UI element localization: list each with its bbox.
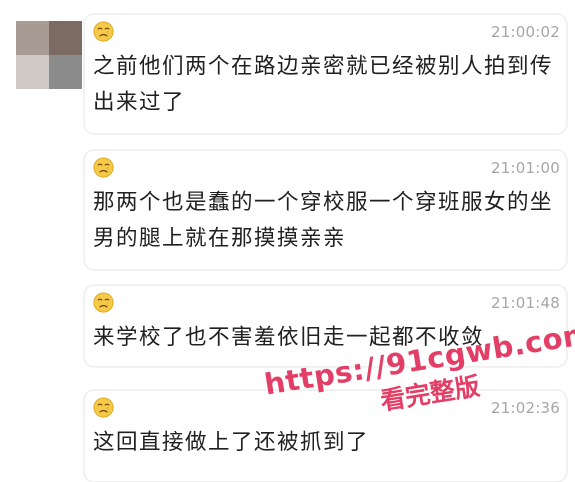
message-timestamp: 21:00:02 [491, 23, 560, 41]
disappointed-relieved-emoji-icon [93, 21, 114, 42]
avatar-pixel [49, 21, 82, 55]
avatar[interactable] [16, 21, 82, 89]
message-text: 之前他们两个在路边亲密就已经被别人拍到传出来过了 [93, 54, 554, 115]
message-timestamp: 21:01:48 [491, 294, 560, 312]
message-text: 这回直接做上了还被抓到了 [93, 430, 370, 455]
disappointed-relieved-emoji-icon [93, 157, 114, 178]
avatar-pixel [49, 55, 82, 89]
chat-screen: 21:00:02 之前他们两个在路边亲密就已经被别人拍到传出来过了 21:01:… [0, 0, 575, 482]
message-timestamp: 21:01:00 [491, 159, 560, 177]
disappointed-relieved-emoji-icon [93, 397, 114, 418]
avatar-pixel [16, 55, 49, 89]
disappointed-relieved-emoji-icon [93, 292, 114, 313]
message-bubble[interactable]: 21:01:00 那两个也是蠢的一个穿校服一个穿班服女的坐男的腿上就在那摸摸亲亲 [84, 150, 567, 270]
message-timestamp: 21:02:36 [491, 399, 560, 417]
message-bubble[interactable]: 21:00:02 之前他们两个在路边亲密就已经被别人拍到传出来过了 [84, 14, 567, 134]
avatar-pixel [16, 21, 49, 55]
message-text: 那两个也是蠢的一个穿校服一个穿班服女的坐男的腿上就在那摸摸亲亲 [93, 190, 554, 251]
